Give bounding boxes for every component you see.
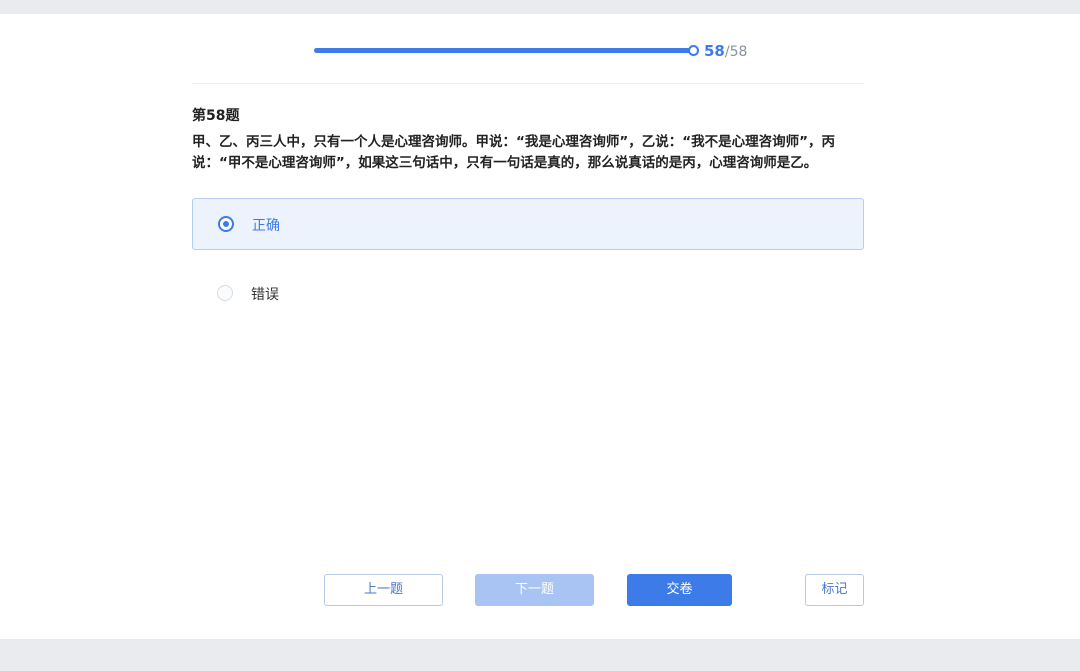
option-correct[interactable]: 正确: [192, 198, 864, 250]
mark-question-button[interactable]: 标记: [805, 574, 864, 606]
question-number: 第58题: [192, 108, 240, 124]
progress-fill: [314, 48, 694, 53]
top-edge-strip: [0, 0, 1080, 14]
prev-question-button[interactable]: 上一题: [324, 574, 443, 606]
question-text: 甲、乙、丙三人中，只有一个人是心理咨询师。甲说：“我是心理咨询师”，乙说：“我不…: [192, 134, 835, 171]
progress-total: /58: [724, 44, 748, 60]
radio-unselected-icon[interactable]: [217, 285, 233, 301]
option-label: 错误: [251, 287, 279, 303]
next-question-button[interactable]: 下一题: [475, 574, 594, 606]
option-wrong[interactable]: 错误: [192, 268, 864, 320]
progress-knob: [688, 45, 699, 56]
progress-bar: 58/58: [312, 40, 762, 62]
bottom-edge-strip: [0, 639, 1080, 671]
radio-selected-icon[interactable]: [218, 216, 234, 232]
header-divider: [192, 83, 864, 84]
option-label: 正确: [252, 218, 280, 234]
progress-current: 58: [704, 42, 725, 60]
progress-track: [314, 48, 694, 53]
submit-exam-button[interactable]: 交卷: [627, 574, 732, 606]
progress-counter: 58/58: [704, 42, 747, 60]
